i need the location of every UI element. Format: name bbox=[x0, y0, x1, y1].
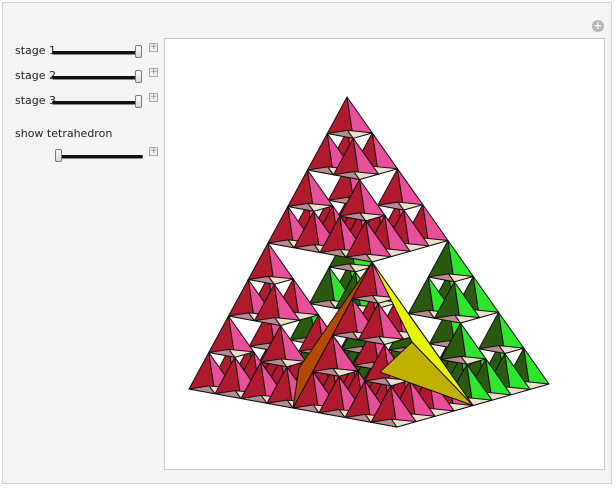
stage-2-expand-plus-icon[interactable]: + bbox=[149, 68, 158, 77]
show-tetrahedron-label: show tetrahedron bbox=[15, 127, 113, 140]
graphics-panel bbox=[164, 38, 605, 470]
show-tetrahedron-slider-thumb[interactable] bbox=[55, 149, 62, 162]
show-tetrahedron-slider-track[interactable] bbox=[55, 155, 143, 158]
stage-2-slider-thumb[interactable] bbox=[135, 70, 142, 83]
stage-3-slider-thumb[interactable] bbox=[135, 95, 142, 108]
stage-2-slider-track[interactable] bbox=[52, 76, 142, 79]
plus-circle-icon[interactable]: + bbox=[592, 20, 604, 32]
stage-1-slider-track[interactable] bbox=[52, 51, 142, 54]
stage-1-slider-thumb[interactable] bbox=[135, 45, 142, 58]
stage-1-label: stage 1 bbox=[15, 44, 57, 57]
show-tetrahedron-expand-plus-icon[interactable]: + bbox=[149, 147, 158, 156]
stage-3-label: stage 3 bbox=[15, 94, 57, 107]
stage-2-label: stage 2 bbox=[15, 69, 57, 82]
stage-3-slider-track[interactable] bbox=[52, 101, 142, 104]
stage-1-expand-plus-icon[interactable]: + bbox=[149, 43, 158, 52]
stage-3-expand-plus-icon[interactable]: + bbox=[149, 93, 158, 102]
sierpinski-tetrahedron-graphic[interactable] bbox=[165, 39, 604, 469]
